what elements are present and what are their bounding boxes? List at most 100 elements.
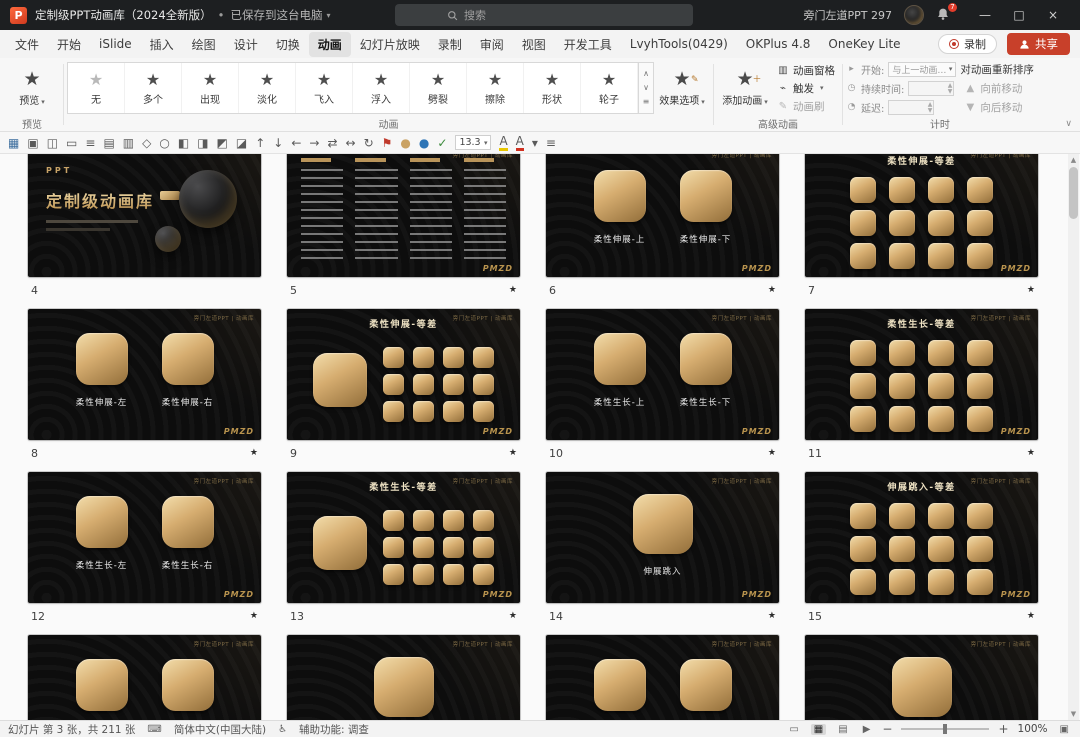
corner-shade-alt-icon[interactable]: ◪ xyxy=(236,135,247,151)
more-tools-icon[interactable]: ▾ xyxy=(532,135,538,151)
zoom-slider[interactable] xyxy=(901,724,990,734)
font-size-box[interactable]: 13.3 ▾ xyxy=(455,135,492,150)
vertical-scrollbar[interactable]: ▲ ▼ xyxy=(1068,154,1079,720)
tab-录制[interactable]: 录制 xyxy=(429,32,471,57)
tab-LvyhTools(0429)[interactable]: LvyhTools(0429) xyxy=(621,33,737,55)
toolbar-menu-icon[interactable]: ≡ xyxy=(546,135,556,151)
maximize-button[interactable]: □ xyxy=(1002,0,1036,30)
duration-input[interactable]: ▲ ▼ xyxy=(908,80,955,96)
slideshow-button[interactable]: ▶ xyxy=(860,724,874,735)
tab-开发工具[interactable]: 开发工具 xyxy=(555,32,621,57)
autosave-status[interactable]: 已保存到这台电脑 xyxy=(230,7,322,23)
preview-button[interactable]: ★ 预览 ▾ xyxy=(4,61,60,115)
text-box-icon[interactable]: ▭ xyxy=(66,135,77,151)
tab-iSlide[interactable]: iSlide xyxy=(90,33,141,55)
zoom-thumb[interactable] xyxy=(943,724,948,734)
tab-幻灯片放映[interactable]: 幻灯片放映 xyxy=(351,32,429,57)
spinner-down-icon[interactable]: ▼ xyxy=(928,107,933,114)
gold-dot-icon[interactable]: ● xyxy=(400,135,410,151)
add-animation-button[interactable]: ★ ＋ 添加动画 ▾ xyxy=(717,61,773,115)
scroll-down-icon[interactable]: ▼ xyxy=(1068,710,1079,718)
slide-thumbnail[interactable]: 旁门左道PPT | 动画库PMZD xyxy=(805,635,1038,720)
table-icon[interactable]: ▤ xyxy=(103,135,114,151)
search-box[interactable] xyxy=(395,4,693,26)
animation-effect-item[interactable]: ★ 淡化 xyxy=(239,63,296,113)
tab-开始[interactable]: 开始 xyxy=(48,32,90,57)
blue-dot-icon[interactable]: ● xyxy=(419,135,429,151)
gallery-more-icon[interactable]: ≡ xyxy=(639,95,653,109)
share-button[interactable]: 共享 xyxy=(1007,33,1070,55)
slide-thumbnail-15[interactable]: 伸展跳入-等差 旁门左道PPT | 动画库 PMZD xyxy=(805,472,1038,603)
animation-effect-item[interactable]: ★ 浮入 xyxy=(353,63,410,113)
animation-painter-button[interactable]: ✎ 动画刷 xyxy=(773,98,839,115)
tab-OKPlus 4.8[interactable]: OKPlus 4.8 xyxy=(737,33,820,55)
slide-thumbnail-10[interactable]: 柔性生长-上 柔性生长-下 旁门左道PPT | 动画库 PMZD xyxy=(546,309,779,440)
collapse-ribbon-icon[interactable]: ∨ xyxy=(1065,119,1072,129)
accessibility-status[interactable]: 辅助功能: 调查 xyxy=(299,722,369,737)
layout-icon[interactable]: ◫ xyxy=(47,135,58,151)
delay-input[interactable]: ▲ ▼ xyxy=(888,99,935,115)
slide-thumbnail-7[interactable]: 柔性伸展-等差 旁门左道PPT | 动画库 PMZD xyxy=(805,154,1038,277)
align-objects-icon[interactable]: ≡ xyxy=(85,135,95,151)
slides-panel-icon[interactable]: ▦ xyxy=(8,135,19,151)
animation-indicator-star-icon[interactable]: ★ xyxy=(250,611,258,621)
gallery-scroll-up-icon[interactable]: ∧ xyxy=(639,67,653,81)
spell-check-icon[interactable]: ⌨ xyxy=(147,724,161,735)
move-earlier-button[interactable]: ▲ 向前移动 xyxy=(960,80,1034,97)
slide-thumbnail[interactable]: 旁门左道PPT | 动画库PMZD xyxy=(546,635,779,720)
fit-slide-to-window-icon[interactable]: ▣ xyxy=(1057,724,1072,735)
tab-切换[interactable]: 切换 xyxy=(267,32,309,57)
animation-indicator-star-icon[interactable]: ★ xyxy=(509,285,517,295)
slide-thumbnail-8[interactable]: 柔性伸展-左 柔性伸展-右 旁门左道PPT | 动画库 PMZD xyxy=(28,309,261,440)
highlight-color-icon[interactable]: A xyxy=(499,134,508,151)
scrollbar-thumb[interactable] xyxy=(1069,167,1078,219)
animation-effect-item[interactable]: ★ 无 xyxy=(68,63,125,113)
animation-indicator-star-icon[interactable]: ★ xyxy=(1027,448,1035,458)
animation-effect-item[interactable]: ★ 出现 xyxy=(182,63,239,113)
animation-indicator-star-icon[interactable]: ★ xyxy=(768,611,776,621)
shade-left-icon[interactable]: ◧ xyxy=(178,135,189,151)
animation-indicator-star-icon[interactable]: ★ xyxy=(509,611,517,621)
tab-审阅[interactable]: 审阅 xyxy=(471,32,513,57)
tab-视图[interactable]: 视图 xyxy=(513,32,555,57)
tab-插入[interactable]: 插入 xyxy=(141,32,183,57)
slide-thumbnail-12[interactable]: 柔性生长-左 柔性生长-右 旁门左道PPT | 动画库 PMZD xyxy=(28,472,261,603)
tab-OneKey Lite[interactable]: OneKey Lite xyxy=(819,33,909,55)
slide-thumbnail-6[interactable]: 柔性伸展-上 柔性伸展-下 旁门左道PPT | 动画库 PMZD xyxy=(546,154,779,277)
zoom-percentage[interactable]: 100% xyxy=(1018,723,1048,735)
notification-bell-icon[interactable]: 7 xyxy=(936,3,957,23)
spinner-down-icon[interactable]: ▼ xyxy=(948,88,953,95)
record-button[interactable]: 录制 xyxy=(938,34,997,54)
reading-view-button[interactable]: ▤ xyxy=(835,724,850,735)
shape-icon[interactable]: ◇ xyxy=(142,135,151,151)
language-status[interactable]: 简体中文(中国大陆) xyxy=(174,722,266,737)
slide-thumbnail[interactable]: 旁门左道PPT | 动画库PMZD xyxy=(28,635,261,720)
swap-order-icon[interactable]: ⇄ xyxy=(327,135,337,151)
chart-icon[interactable]: ▥ xyxy=(123,135,134,151)
slide-thumbnail-11[interactable]: 柔性生长-等差 旁门左道PPT | 动画库 PMZD xyxy=(805,309,1038,440)
move-later-button[interactable]: ▼ 向后移动 xyxy=(960,99,1034,116)
align-left-icon[interactable]: ← xyxy=(291,135,301,151)
tab-绘图[interactable]: 绘图 xyxy=(183,32,225,57)
minimize-button[interactable]: — xyxy=(968,0,1002,30)
corner-shade-icon[interactable]: ◩ xyxy=(217,135,228,151)
font-color-icon[interactable]: A xyxy=(515,134,524,151)
animation-indicator-star-icon[interactable]: ★ xyxy=(250,448,258,458)
normal-view-icon[interactable]: ▣ xyxy=(27,135,38,151)
check-icon[interactable]: ✓ xyxy=(437,135,447,151)
animation-indicator-star-icon[interactable]: ★ xyxy=(1027,611,1035,621)
tab-文件[interactable]: 文件 xyxy=(6,32,48,57)
slide-thumbnail-9[interactable]: 柔性伸展-等差 旁门左道PPT | 动画库 PMZD xyxy=(287,309,520,440)
slide-thumbnail-5[interactable]: 旁门左道PPT | 动画库 PMZD xyxy=(287,154,520,277)
animation-indicator-star-icon[interactable]: ★ xyxy=(1027,285,1035,295)
gallery-scroll-down-icon[interactable]: ∨ xyxy=(639,81,653,95)
animation-pane-button[interactable]: ▥ 动画窗格 xyxy=(773,62,839,79)
zoom-in-button[interactable]: + xyxy=(998,722,1008,736)
circle-shape-icon[interactable]: ○ xyxy=(159,135,169,151)
animation-effect-item[interactable]: ★ 擦除 xyxy=(467,63,524,113)
slide-count-status[interactable]: 幻灯片 第 3 张，共 211 张 xyxy=(8,722,135,737)
avatar[interactable] xyxy=(904,5,924,25)
slide-thumbnail[interactable]: 旁门左道PPT | 动画库PMZD xyxy=(287,635,520,720)
align-bottom-icon[interactable]: ↓ xyxy=(273,135,283,151)
animation-indicator-star-icon[interactable]: ★ xyxy=(768,285,776,295)
